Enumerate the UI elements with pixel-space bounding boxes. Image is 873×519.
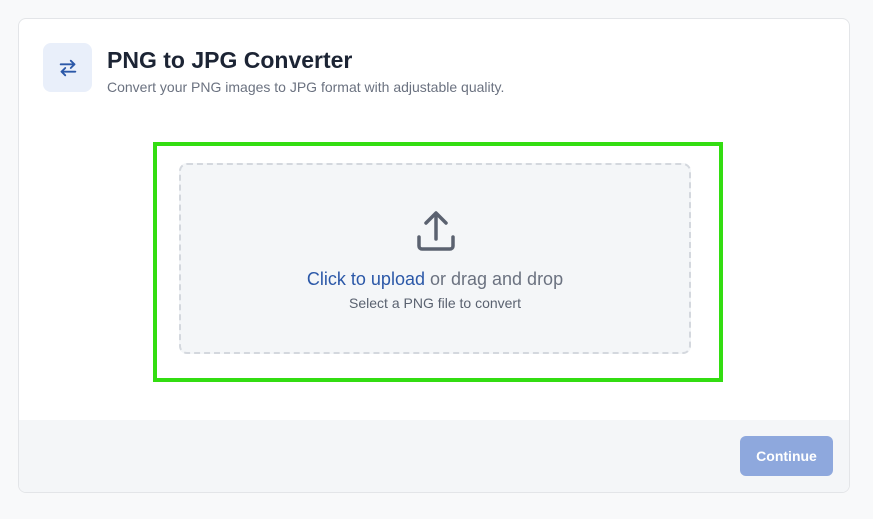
header-text: PNG to JPG Converter Convert your PNG im… — [107, 43, 504, 95]
card-footer: Continue — [19, 420, 849, 492]
upload-instructions: Click to upload or drag and drop — [181, 268, 689, 290]
swap-arrows-icon — [43, 43, 92, 92]
drag-drop-text: or drag and drop — [424, 269, 564, 289]
upload-dropzone[interactable]: Click to upload or drag and drop Select … — [179, 163, 691, 354]
upload-icon — [414, 209, 458, 258]
upload-hint: Select a PNG file to convert — [349, 295, 521, 311]
page-title: PNG to JPG Converter — [107, 47, 353, 73]
header: PNG to JPG Converter Convert your PNG im… — [43, 43, 504, 95]
click-to-upload-link[interactable]: Click to upload — [307, 269, 425, 289]
page-subtitle: Convert your PNG images to JPG format wi… — [107, 79, 505, 95]
converter-card: PNG to JPG Converter Convert your PNG im… — [18, 18, 850, 493]
continue-button[interactable]: Continue — [740, 436, 833, 476]
